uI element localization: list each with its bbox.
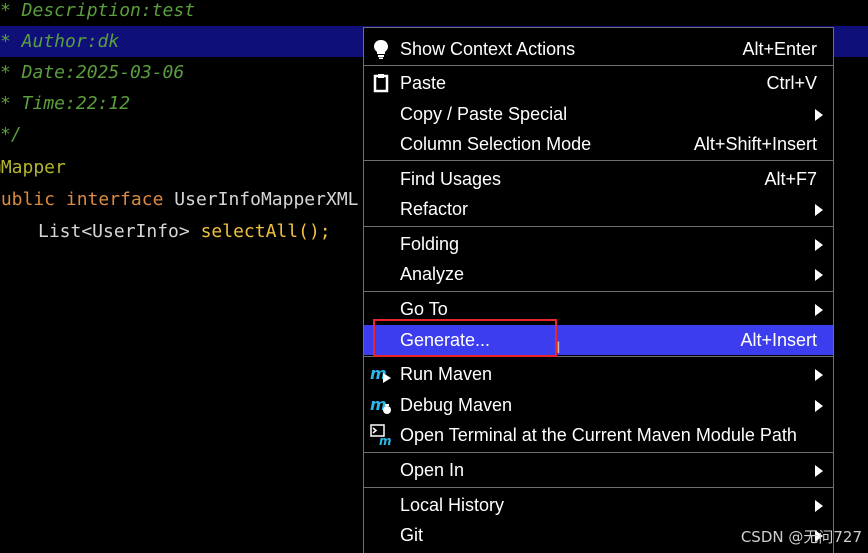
menu-label: Open In bbox=[400, 460, 465, 480]
menu-label: Open Terminal at the Current Maven Modul… bbox=[400, 425, 797, 445]
menu-separator bbox=[364, 452, 833, 453]
menu-shortcut: Alt+Insert bbox=[740, 330, 817, 350]
menu-shortcut: Alt+Shift+Insert bbox=[693, 134, 817, 154]
maven-run-icon: m bbox=[370, 363, 392, 385]
comment-date: * Date:2025-03-06 bbox=[0, 62, 185, 83]
submenu-arrow-icon bbox=[815, 400, 823, 412]
method-punctuation: (); bbox=[298, 221, 331, 242]
menu-item-run-maven[interactable]: m Run Maven bbox=[364, 359, 833, 389]
text-cursor-icon: I bbox=[556, 338, 561, 357]
submenu-arrow-icon bbox=[815, 465, 823, 477]
menu-label: Debug Maven bbox=[400, 395, 513, 415]
comment-end: */ bbox=[0, 124, 22, 145]
submenu-arrow-icon bbox=[815, 369, 823, 381]
menu-label: Copy / Paste Special bbox=[400, 104, 568, 124]
menu-item-open-terminal-maven[interactable]: m Open Terminal at the Current Maven Mod… bbox=[364, 420, 833, 450]
menu-item-refactor[interactable]: Refactor bbox=[364, 194, 833, 224]
menu-item-find-usages[interactable]: Find Usages Alt+F7 bbox=[364, 164, 833, 194]
submenu-arrow-icon bbox=[815, 304, 823, 316]
menu-item-column-selection-mode[interactable]: Column Selection Mode Alt+Shift+Insert bbox=[364, 129, 833, 159]
interface-name: UserInfoMapperXML bbox=[174, 189, 359, 210]
menu-label: Analyze bbox=[400, 264, 465, 284]
menu-label: Git bbox=[400, 525, 424, 545]
menu-item-debug-maven[interactable]: m Debug Maven bbox=[364, 390, 833, 420]
code-line-1: * Description:test bbox=[0, 0, 868, 26]
menu-item-copy-paste-special[interactable]: Copy / Paste Special bbox=[364, 99, 833, 129]
comment-time: * Time:22:12 bbox=[0, 93, 131, 114]
svg-text:m: m bbox=[379, 434, 392, 446]
submenu-arrow-icon bbox=[815, 239, 823, 251]
submenu-arrow-icon bbox=[815, 500, 823, 512]
menu-label: Paste bbox=[400, 73, 447, 93]
submenu-arrow-icon bbox=[815, 204, 823, 216]
keyword-public: public bbox=[0, 189, 56, 210]
menu-item-folding[interactable]: Folding bbox=[364, 229, 833, 259]
clipboard-icon bbox=[370, 72, 392, 94]
keyword-interface: interface bbox=[65, 189, 164, 210]
comment-description: * Description:test bbox=[0, 0, 196, 21]
submenu-arrow-icon bbox=[815, 269, 823, 281]
comment-author: * Author:dk bbox=[0, 31, 120, 52]
menu-label: Folding bbox=[400, 234, 460, 254]
submenu-arrow-icon bbox=[815, 109, 823, 121]
highlight-annotation-box bbox=[373, 319, 557, 357]
menu-shortcut: Alt+Enter bbox=[742, 39, 817, 59]
return-type: List<UserInfo> bbox=[38, 221, 190, 242]
maven-debug-icon: m bbox=[370, 394, 392, 416]
menu-label: Local History bbox=[400, 495, 505, 515]
menu-separator bbox=[364, 226, 833, 227]
context-menu: Show Context Actions Alt+Enter Paste Ctr… bbox=[363, 27, 834, 553]
watermark: CSDN @无问727 bbox=[740, 528, 862, 546]
menu-shortcut: Alt+F7 bbox=[764, 169, 817, 189]
method-name: selectAll bbox=[200, 221, 299, 242]
menu-separator bbox=[364, 291, 833, 292]
menu-item-analyze[interactable]: Analyze bbox=[364, 259, 833, 289]
menu-item-local-history[interactable]: Local History bbox=[364, 490, 833, 520]
menu-separator bbox=[364, 65, 833, 66]
menu-label: Refactor bbox=[400, 199, 469, 219]
menu-separator bbox=[364, 487, 833, 488]
menu-label: Show Context Actions bbox=[400, 39, 576, 59]
menu-label: Column Selection Mode bbox=[400, 134, 592, 154]
menu-item-paste[interactable]: Paste Ctrl+V bbox=[364, 68, 833, 98]
menu-label: Find Usages bbox=[400, 169, 502, 189]
menu-shortcut: Ctrl+V bbox=[766, 73, 817, 93]
lightbulb-icon bbox=[370, 38, 392, 60]
menu-label: Run Maven bbox=[400, 364, 493, 384]
mapper-annotation: @Mapper bbox=[0, 157, 66, 178]
menu-item-open-in[interactable]: Open In bbox=[364, 455, 833, 485]
menu-item-show-context-actions[interactable]: Show Context Actions Alt+Enter bbox=[364, 34, 833, 64]
terminal-maven-icon: m bbox=[370, 424, 392, 448]
menu-separator bbox=[364, 160, 833, 161]
